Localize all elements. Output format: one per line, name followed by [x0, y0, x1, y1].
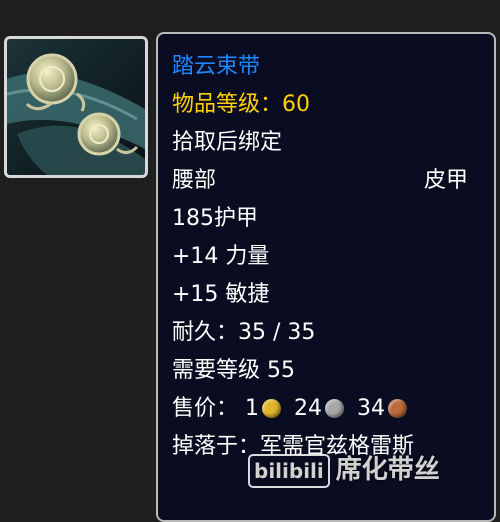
armor-value: 185护甲 — [172, 206, 258, 231]
item-tooltip: 踏云束带 物品等级：60 拾取后绑定 腰部 皮甲 185护甲 +14 力量 +1… — [156, 32, 496, 522]
belt-icon — [7, 39, 145, 175]
item-level: 物品等级：60 — [172, 92, 310, 117]
required-level: 需要等级 55 — [172, 358, 295, 383]
stat-agility: +15 敏捷 — [172, 282, 270, 307]
slot-row: 腰部 皮甲 — [172, 162, 480, 200]
copper-amount: 34 — [357, 396, 386, 421]
silver-coin-icon — [325, 399, 345, 418]
item-name: 踏云束带 — [172, 54, 261, 79]
silver-amount: 24 — [294, 396, 323, 421]
armor-type: 皮甲 — [423, 168, 468, 193]
gold-coin-icon — [262, 399, 282, 418]
copper-coin-icon — [388, 399, 408, 418]
item-icon-frame[interactable] — [4, 36, 148, 178]
drop-source: 掉落于：军需官兹格雷斯 — [172, 434, 415, 459]
durability: 耐久：35 / 35 — [172, 320, 316, 345]
sell-price: 售价： 1 24 34 — [172, 390, 480, 428]
gold-amount: 1 — [245, 396, 260, 421]
stat-strength: +14 力量 — [172, 244, 270, 269]
sell-price-label: 售价： — [172, 396, 239, 421]
bind-type: 拾取后绑定 — [172, 130, 283, 155]
item-slot: 腰部 — [172, 168, 217, 193]
